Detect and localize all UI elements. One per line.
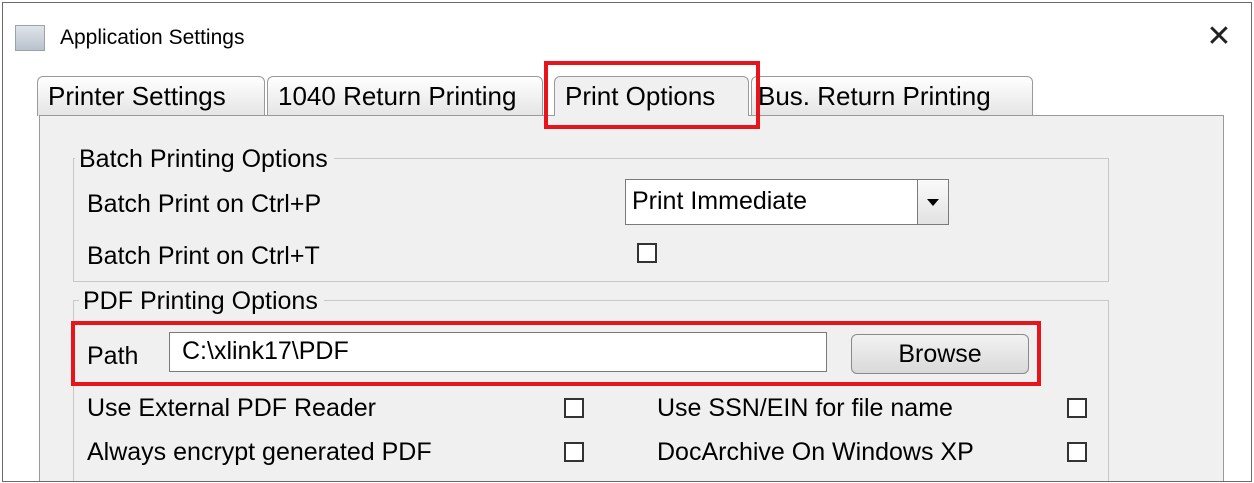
dropdown-arrow-icon bbox=[927, 199, 939, 206]
batch-print-ctrl-t-checkbox[interactable] bbox=[637, 243, 657, 263]
batch-printing-title: Batch Printing Options bbox=[75, 144, 334, 174]
batch-print-ctrl-p-value: Print Immediate bbox=[632, 187, 808, 215]
path-highlight-box bbox=[71, 321, 1041, 386]
batch-print-ctrl-p-select[interactable]: Print Immediate bbox=[625, 179, 949, 225]
tab-printer-settings[interactable]: Printer Settings bbox=[37, 76, 265, 116]
docarchive-windows-xp-checkbox[interactable] bbox=[1067, 442, 1087, 462]
batch-print-ctrl-p-label: Batch Print on Ctrl+P bbox=[87, 190, 322, 218]
close-icon[interactable]: ✕ bbox=[1201, 17, 1237, 57]
use-ssn-ein-label: Use SSN/EIN for file name bbox=[657, 394, 953, 422]
application-settings-window: Application Settings ✕ Printer Settings … bbox=[2, 2, 1252, 482]
pdf-printing-title: PDF Printing Options bbox=[79, 286, 324, 316]
always-encrypt-pdf-checkbox[interactable] bbox=[564, 442, 584, 462]
batch-print-ctrl-t-label: Batch Print on Ctrl+T bbox=[87, 242, 320, 270]
window-title: Application Settings bbox=[60, 26, 245, 49]
always-encrypt-pdf-label: Always encrypt generated PDF bbox=[87, 438, 432, 466]
dropdown-button[interactable] bbox=[917, 180, 948, 224]
use-external-pdf-reader-label: Use External PDF Reader bbox=[87, 394, 377, 422]
app-icon bbox=[15, 25, 45, 51]
use-external-pdf-reader-checkbox[interactable] bbox=[564, 398, 584, 418]
tab-highlight-box bbox=[544, 61, 760, 129]
use-ssn-ein-checkbox[interactable] bbox=[1067, 398, 1087, 418]
tab-1040-return-printing[interactable]: 1040 Return Printing bbox=[267, 76, 543, 116]
tab-bus-return-printing[interactable]: Bus. Return Printing bbox=[751, 76, 1033, 116]
docarchive-windows-xp-label: DocArchive On Windows XP bbox=[657, 438, 974, 466]
